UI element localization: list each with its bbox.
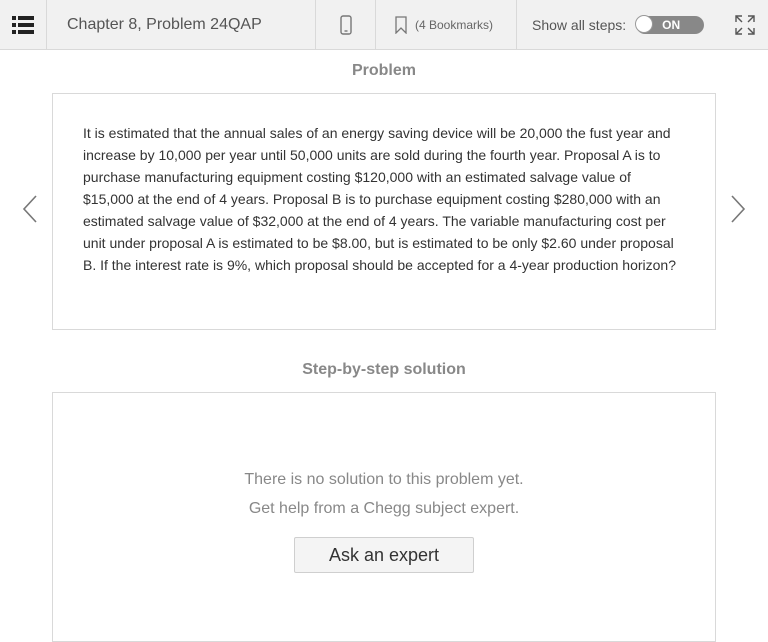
bookmarks-button[interactable]: (4 Bookmarks) — [377, 0, 517, 49]
show-all-steps: Show all steps: ON — [518, 0, 720, 49]
show-steps-label: Show all steps: — [532, 16, 627, 33]
show-steps-toggle[interactable]: ON — [635, 14, 705, 34]
chevron-left-icon — [22, 195, 37, 223]
toggle-label: ON — [662, 17, 681, 32]
top-toolbar: Chapter 8, Problem 24QAP (4 Bookmarks) S… — [0, 0, 768, 50]
mobile-phone-icon — [340, 14, 352, 35]
solution-heading: Step-by-step solution — [302, 361, 466, 378]
bookmarks-label: (4 Bookmarks) — [415, 17, 494, 32]
bookmark-icon — [395, 15, 407, 34]
fullscreen-button[interactable] — [721, 0, 768, 49]
expand-icon — [734, 14, 755, 35]
chapter-title: Chapter 8, Problem 24QAP — [48, 0, 316, 49]
problem-box: It is estimated that the annual sales of… — [52, 93, 716, 330]
problem-heading: Problem — [351, 62, 416, 79]
list-menu-icon — [12, 15, 34, 34]
menu-button[interactable] — [0, 0, 47, 49]
no-solution-text: There is no solution to this problem yet… — [244, 471, 524, 488]
mobile-view-button[interactable] — [317, 0, 376, 49]
next-problem-button[interactable] — [728, 194, 748, 229]
problem-text: It is estimated that the annual sales of… — [83, 125, 677, 273]
ask-expert-button[interactable]: Ask an expert — [294, 537, 474, 573]
chevron-right-icon — [731, 195, 746, 223]
previous-problem-button[interactable] — [20, 194, 40, 229]
solution-box: There is no solution to this problem yet… — [52, 392, 716, 642]
get-help-text: Get help from a Chegg subject expert. — [248, 500, 520, 517]
toggle-knob — [635, 14, 654, 33]
